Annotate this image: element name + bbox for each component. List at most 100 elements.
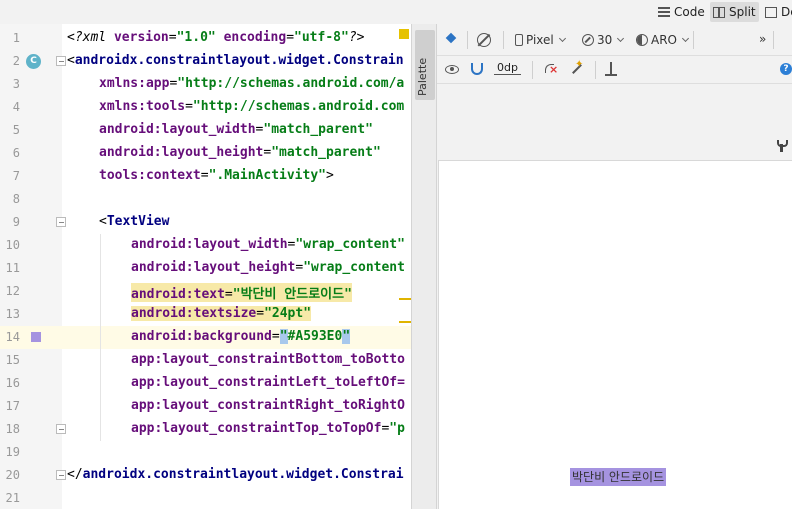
view-options-button[interactable] xyxy=(445,65,459,74)
code-line[interactable]: 12 android:text="박단비 안드로이드" xyxy=(0,280,411,303)
chevron-down-icon xyxy=(558,34,566,43)
help-icon: ? xyxy=(780,63,792,75)
line-number: 18 xyxy=(5,422,20,436)
code-text: android:background="#A593E0" xyxy=(131,329,351,344)
code-token: = xyxy=(168,30,177,45)
device-selector[interactable]: Pixel xyxy=(515,33,566,47)
line-number: 13 xyxy=(5,307,20,321)
code-token: </ xyxy=(67,467,83,482)
align-button[interactable] xyxy=(605,62,617,76)
code-token: #A593E0 xyxy=(287,329,343,344)
line-number: 1 xyxy=(12,31,20,45)
api-icon xyxy=(582,34,594,46)
code-line[interactable]: 3 xmlns:app="http://schemas.android.com/… xyxy=(0,73,411,96)
layout-preview-canvas[interactable]: 박단비 안드로이드 xyxy=(438,160,792,509)
help-button[interactable]: ? xyxy=(780,63,792,75)
design-view-label: De xyxy=(781,5,792,19)
code-token: < xyxy=(99,214,107,229)
default-margin-field[interactable]: 0dp xyxy=(494,62,521,75)
line-number: 3 xyxy=(12,77,20,91)
layers-button[interactable] xyxy=(445,33,459,45)
code-line[interactable]: 2 C <androidx.constraintlayout.widget.Co… xyxy=(0,50,411,73)
indent-guide xyxy=(100,395,101,418)
attributes-button[interactable] xyxy=(777,140,788,152)
code-token: android:layout_width xyxy=(131,237,288,252)
design-view-icon xyxy=(765,6,777,18)
code-line[interactable]: 1 <?xml version="1.0" encoding="utf-8"?> xyxy=(0,27,411,50)
code-token: "wrap_content" xyxy=(295,237,405,252)
device-icon xyxy=(515,34,523,46)
code-token: encoding xyxy=(223,30,287,45)
code-token: = xyxy=(256,306,265,321)
design-panel: Pixel 30 ARO » 0dp × ✦ ? 박단비 안드로이드 xyxy=(437,24,792,509)
code-line[interactable]: 21 xyxy=(0,487,411,509)
code-text: <?xml version="1.0" encoding="utf-8"?> xyxy=(67,30,364,45)
palette-tab[interactable]: Palette xyxy=(415,30,435,100)
theme-selector[interactable]: ARO xyxy=(636,33,690,47)
code-line[interactable]: 18 app:layout_constraintTop_toTopOf="p xyxy=(0,418,411,441)
line-number: 14 xyxy=(5,330,20,344)
code-token: app:layout_constraintTop_toTopOf xyxy=(131,421,382,436)
code-line[interactable]: 19 xyxy=(0,441,411,464)
code-line[interactable]: 17 app:layout_constraintRight_toRightO xyxy=(0,395,411,418)
code-line[interactable]: 11 android:layout_height="wrap_content xyxy=(0,257,411,280)
infer-constraints-icon xyxy=(569,59,583,76)
code-line[interactable]: 10 android:layout_width="wrap_content" xyxy=(0,234,411,257)
overflow-button[interactable]: » xyxy=(759,32,766,46)
view-mode-bar: Code Split De xyxy=(0,0,792,24)
fold-icon[interactable] xyxy=(56,424,66,434)
code-view-button[interactable]: Code xyxy=(658,2,705,22)
code-token: "match_parent" xyxy=(263,122,373,137)
code-line[interactable]: 5 android:layout_width="match_parent" xyxy=(0,119,411,142)
design-toolbar-top: Pixel 30 ARO » xyxy=(437,24,792,56)
code-text: xmlns:app="http://schemas.android.com/a xyxy=(99,76,404,91)
code-token: "wrap_content xyxy=(303,260,405,275)
design-view-button[interactable]: De xyxy=(765,2,792,22)
class-badge-icon[interactable]: C xyxy=(26,54,41,69)
code-line[interactable]: 8 xyxy=(0,188,411,211)
orientation-button[interactable] xyxy=(477,33,491,47)
code-token: android:textsize xyxy=(131,306,257,321)
color-swatch-icon[interactable] xyxy=(31,332,41,342)
infer-constraints-button[interactable] xyxy=(569,59,583,76)
code-token: app:layout_constraintBottom_toBotto xyxy=(131,352,405,367)
api-level-selector[interactable]: 30 xyxy=(582,33,625,47)
preview-textview[interactable]: 박단비 안드로이드 xyxy=(570,468,667,486)
fold-icon[interactable] xyxy=(56,470,66,480)
code-text: android:layout_height="wrap_content xyxy=(131,260,405,275)
align-icon xyxy=(605,62,617,76)
code-token: = xyxy=(185,99,193,114)
code-view-icon xyxy=(658,6,670,18)
code-text: tools:context=".MainActivity"> xyxy=(99,168,334,183)
code-line-current[interactable]: 14 android:background="#A593E0" xyxy=(0,326,411,349)
clear-constraints-icon xyxy=(543,62,558,76)
code-line[interactable]: 9 <TextView xyxy=(0,211,411,234)
code-token: " xyxy=(279,329,288,344)
fold-icon[interactable] xyxy=(56,217,66,227)
code-line[interactable]: 20 </androidx.constraintlayout.widget.Co… xyxy=(0,464,411,487)
code-line[interactable]: 6 android:layout_height="match_parent" xyxy=(0,142,411,165)
toolbar-separator xyxy=(467,31,468,49)
code-line[interactable]: 16 app:layout_constraintLeft_toLeftOf= xyxy=(0,372,411,395)
code-view-label: Code xyxy=(674,5,705,19)
code-token: "http://schemas.android.com/a xyxy=(177,76,405,91)
palette-strip: Palette xyxy=(411,24,437,509)
code-line[interactable]: 13 android:textsize="24pt" xyxy=(0,303,411,326)
code-line[interactable]: 4 xmlns:tools="http://schemas.android.co… xyxy=(0,96,411,119)
autoconnect-button[interactable] xyxy=(471,63,483,75)
line-number: 7 xyxy=(12,169,20,183)
code-token: xmlns:tools xyxy=(99,99,186,114)
code-text: <TextView xyxy=(99,214,169,229)
clear-constraints-button[interactable] xyxy=(543,62,558,76)
code-line[interactable]: 7 tools:context=".MainActivity"> xyxy=(0,165,411,188)
code-editor[interactable]: 1 <?xml version="1.0" encoding="utf-8"?>… xyxy=(0,24,411,509)
code-line[interactable]: 15 app:layout_constraintBottom_toBotto xyxy=(0,349,411,372)
code-text: android:layout_width="match_parent" xyxy=(99,122,373,137)
code-token: = xyxy=(271,329,280,344)
code-token: "p xyxy=(389,421,405,436)
code-token: < xyxy=(67,53,75,68)
toolbar-separator xyxy=(595,61,596,79)
line-number: 4 xyxy=(12,100,20,114)
fold-icon[interactable] xyxy=(56,56,66,66)
split-view-button[interactable]: Split xyxy=(710,2,759,22)
